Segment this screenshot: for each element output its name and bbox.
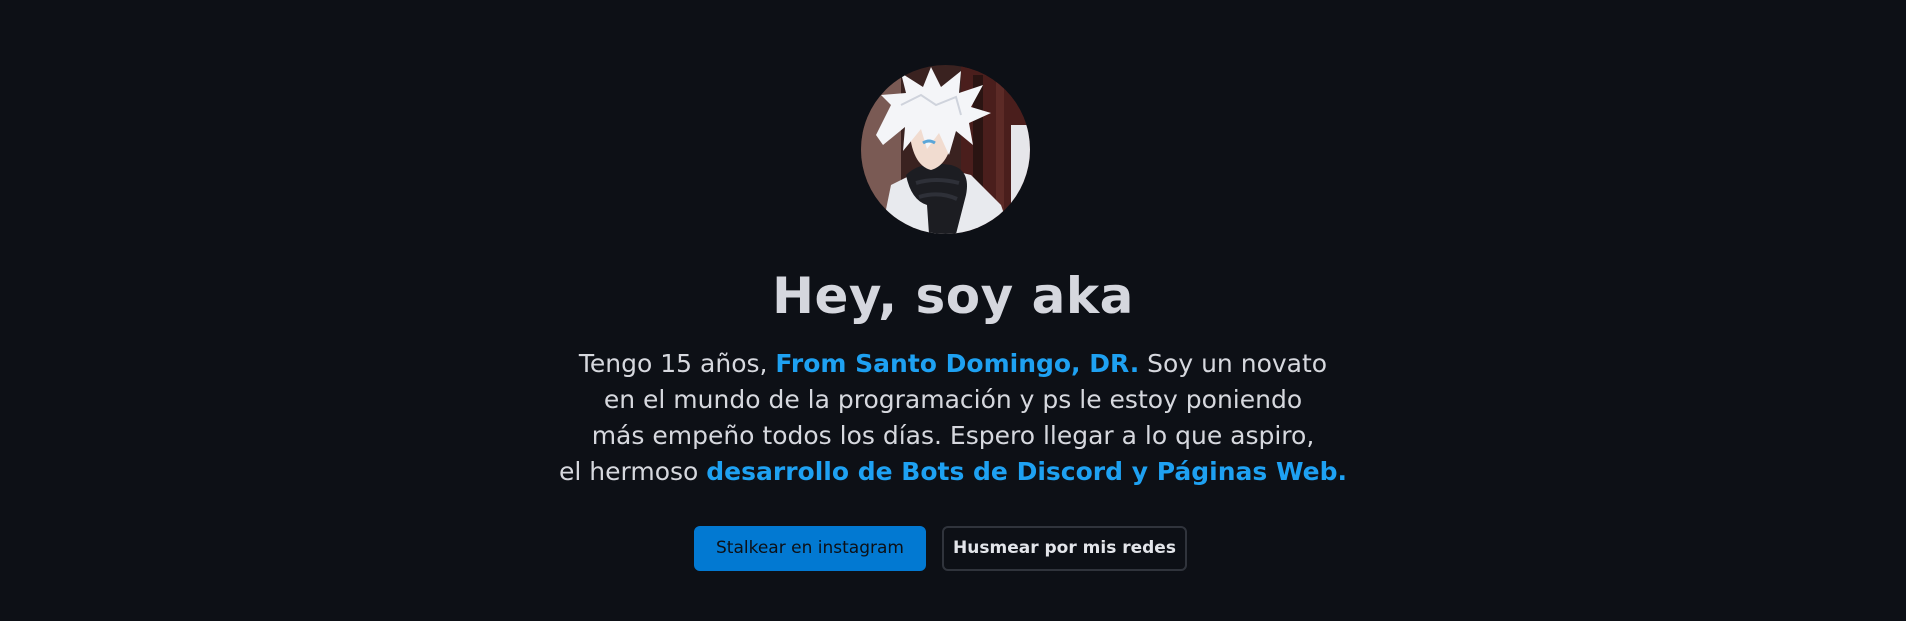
bio-line-1-suffix: Soy un novato	[1139, 349, 1328, 378]
avatar	[861, 65, 1030, 234]
location-highlight: From Santo Domingo, DR.	[775, 349, 1140, 378]
instagram-button[interactable]: Stalkear en instagram	[694, 526, 926, 571]
page-title: Hey, soy aka	[772, 267, 1134, 325]
skills-highlight: desarrollo de Bots de Discord y Páginas …	[706, 457, 1347, 486]
bio-line-1-prefix: Tengo 15 años,	[578, 349, 776, 378]
bio-line-3: más empeño todos los días. Espero llegar…	[591, 421, 1315, 450]
avatar-illustration	[861, 65, 1030, 234]
bio-text: Tengo 15 años, From Santo Domingo, DR. S…	[553, 346, 1353, 490]
bio-line-4: el hermoso desarrollo de Bots de Discord…	[553, 454, 1353, 490]
hero-section: Hey, soy aka Tengo 15 años, From Santo D…	[0, 0, 1906, 621]
socials-button[interactable]: Husmear por mis redes	[942, 526, 1187, 571]
bio-line-2: en el mundo de la programación y ps le e…	[603, 385, 1303, 414]
bio-line-4-prefix: el hermoso	[559, 457, 707, 486]
bio-line-1: Tengo 15 años, From Santo Domingo, DR. S…	[553, 346, 1353, 382]
